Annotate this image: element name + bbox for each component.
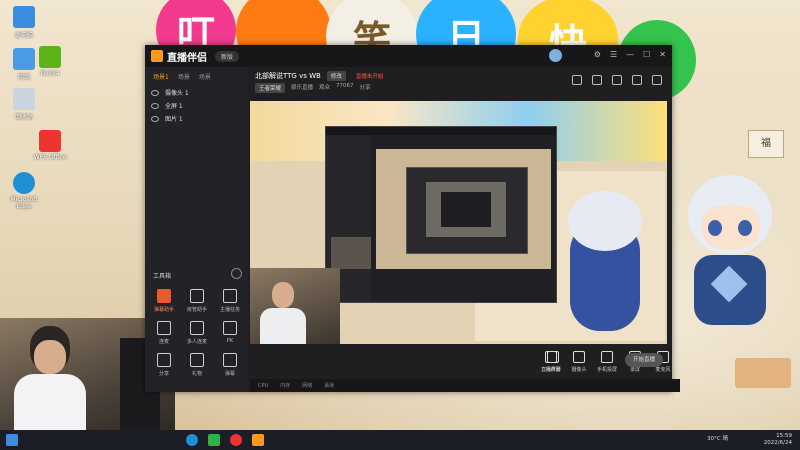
close-icon[interactable]: ✕ <box>659 50 666 59</box>
source-item[interactable]: 摄像头 1 <box>145 86 248 99</box>
group-icon <box>190 321 204 335</box>
version-button[interactable]: 新版 <box>215 50 240 62</box>
camera-overlay <box>250 268 340 344</box>
clock-time[interactable]: 15:59 <box>764 433 792 440</box>
phone-cast-button[interactable]: 手机投屏 <box>592 351 622 373</box>
desktop-icon-wps[interactable]: WPS Office <box>28 130 72 161</box>
tab-scene-1[interactable]: 场景1 <box>153 72 169 81</box>
task-icon <box>223 289 237 303</box>
toolbox-header: 工具箱 <box>153 273 172 280</box>
taskbar: 30°C 晴 15:59 2022/6/24 <box>0 430 800 450</box>
avatar[interactable] <box>549 49 562 62</box>
minimize-icon[interactable]: — <box>626 50 634 59</box>
title-bar: 直播伴侣 新版 ⚙ ☰ — ☐ ✕ <box>145 45 672 67</box>
edit-tag[interactable]: 修改 <box>326 71 346 81</box>
menu-icon[interactable]: ☰ <box>610 50 617 59</box>
clock-date[interactable]: 2022/6/24 <box>764 440 792 447</box>
share-icon[interactable] <box>652 75 662 85</box>
live-companion-window[interactable]: 直播伴侣 新版 ⚙ ☰ — ☐ ✕ 场景1 场景 场景 摄像头 1 全屏 1 图… <box>145 45 680 392</box>
desktop-icon-edge[interactable]: Microsoft Edge <box>2 172 46 210</box>
app-logo: 直播伴侣 <box>151 49 207 64</box>
tool-share[interactable]: 分享 <box>149 353 179 377</box>
desktop-icon-recycle-bin[interactable]: 回收站 <box>2 88 46 121</box>
edge-icon <box>13 172 35 194</box>
toolbox-more-icon[interactable] <box>231 268 242 279</box>
desktop-icon-this-pc[interactable]: 此电脑 <box>2 6 46 39</box>
link-icon <box>157 321 171 335</box>
settings-icon[interactable]: ⚙ <box>594 50 601 59</box>
maximize-icon[interactable]: ☐ <box>643 50 650 59</box>
camera-button[interactable]: 摄像头 <box>564 351 594 373</box>
stream-preview[interactable] <box>250 101 667 344</box>
tool-multi-co-stream[interactable]: 多人连麦 <box>182 321 212 345</box>
eye-icon[interactable] <box>151 115 159 122</box>
webcam-icon <box>573 351 585 363</box>
gift-icon <box>190 353 204 367</box>
wps-icon <box>39 130 61 152</box>
mascot-sign: 福 <box>748 130 784 158</box>
tissue-box <box>735 358 791 388</box>
camera-icon[interactable] <box>632 75 642 85</box>
system-tray: 30°C 晴 15:59 2022/6/24 <box>707 433 792 447</box>
tool-room-manager[interactable]: 房管助手 <box>182 289 212 313</box>
computer-icon <box>13 6 35 28</box>
speaker-button[interactable]: 扬声器 <box>538 351 568 373</box>
tool-host-tasks[interactable]: 主播任务 <box>215 289 245 313</box>
logo-icon <box>151 50 163 62</box>
tool-gift[interactable]: 礼物 <box>182 353 212 377</box>
tool-danmaku[interactable]: 弹幕 <box>215 353 245 377</box>
chat-icon <box>223 353 237 367</box>
speaker-icon <box>547 351 559 363</box>
top-toolbar <box>572 75 662 85</box>
user-icon <box>190 289 204 303</box>
tool-danmaku-assistant[interactable]: 弹幕助手 <box>149 289 179 313</box>
eye-icon[interactable] <box>151 89 159 96</box>
tool-co-stream[interactable]: 连麦 <box>149 321 179 345</box>
record-icon[interactable] <box>572 75 582 85</box>
netease-icon[interactable] <box>230 434 242 446</box>
tab-scene-3[interactable]: 场景 <box>199 72 211 81</box>
status-bar: CPU 内存 网络 丢帧 <box>250 379 680 392</box>
desktop-icon-nvidia[interactable]: Nvidia <box>28 46 72 77</box>
status-badge: 直播未开始 <box>355 74 384 80</box>
tool-pk[interactable]: PK <box>215 321 245 344</box>
nested-capture-window <box>325 126 557 303</box>
layout-icon[interactable] <box>612 75 622 85</box>
wechat-icon[interactable] <box>208 434 220 446</box>
mascot-figure <box>680 175 780 345</box>
phone-icon <box>601 351 613 363</box>
start-icon[interactable] <box>6 434 18 446</box>
danmaku-icon <box>157 289 171 303</box>
stream-title-row: 北部解说TTG vs WB 修改 直播未开始 <box>255 71 387 81</box>
source-item[interactable]: 图片 1 <box>145 112 248 125</box>
start-live-button[interactable]: 开始直播 <box>625 353 663 367</box>
stream-meta: 王者荣耀 娱乐直播 观众 77067 分享 <box>255 83 371 93</box>
stream-title[interactable]: 北部解说TTG vs WB <box>255 71 321 81</box>
eye-icon[interactable] <box>151 102 159 109</box>
weather-label: 30°C 晴 <box>707 436 728 442</box>
bottom-toolbar: 直播屏幕 摄像头 手机投屏 录屏 麦克风 <box>250 345 672 378</box>
source-item[interactable]: 全屏 1 <box>145 99 248 112</box>
share-icon <box>157 353 171 367</box>
recycle-bin-icon <box>13 88 35 110</box>
sidebar: 场景1 场景 场景 摄像头 1 全屏 1 图片 1 工具箱 弹幕助手 房管助手 … <box>145 67 248 392</box>
tab-scene-2[interactable]: 场景 <box>178 72 190 81</box>
nvidia-icon <box>39 46 61 68</box>
live-app-icon[interactable] <box>252 434 264 446</box>
screenshot-icon[interactable] <box>592 75 602 85</box>
pk-icon <box>223 321 237 335</box>
edge-icon[interactable] <box>186 434 198 446</box>
